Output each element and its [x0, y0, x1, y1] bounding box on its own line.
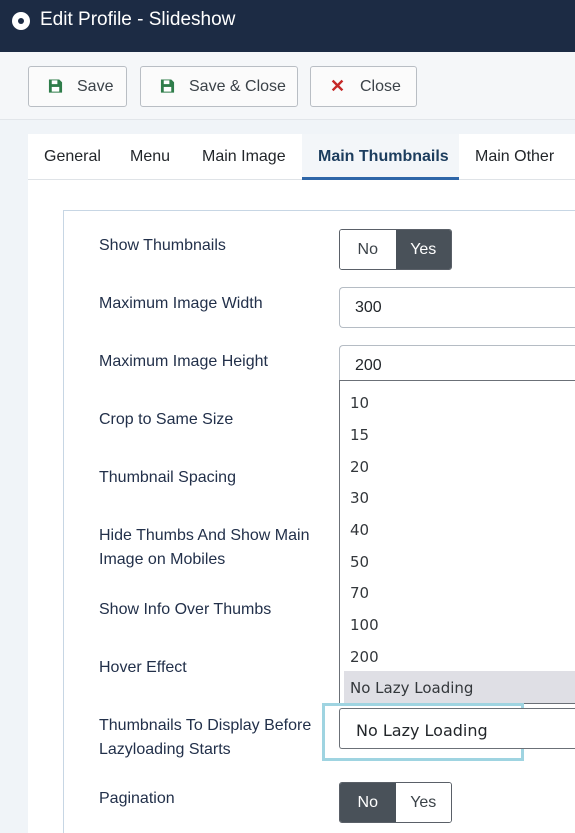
radio-dot-icon [12, 12, 30, 30]
save-label: Save [77, 78, 114, 95]
lazyload-dropdown-list: 10 15 20 30 40 50 70 100 200 No Lazy Loa… [339, 380, 575, 704]
save-close-label: Save & Close [189, 78, 286, 95]
close-button[interactable]: ✕ Close [310, 66, 417, 107]
dropdown-option[interactable]: 15 [350, 426, 369, 444]
tab-main-image[interactable]: Main Image [202, 148, 286, 166]
toolbar: Save Save & Close ✕ Close [0, 52, 575, 120]
thumbnail-spacing-label: Thumbnail Spacing [99, 469, 236, 486]
active-tab-indicator [302, 177, 459, 180]
dropdown-option[interactable]: 10 [350, 394, 369, 412]
close-icon: ✕ [330, 76, 346, 96]
crop-same-size-label: Crop to Same Size [99, 411, 234, 428]
tab-main-thumbnails[interactable]: Main Thumbnails [318, 148, 449, 166]
toggle-no-option[interactable]: No [340, 783, 396, 822]
dropdown-option[interactable]: 40 [350, 521, 369, 539]
max-width-input[interactable]: 300 [339, 287, 575, 328]
close-label: Close [360, 78, 401, 95]
tab-bar: General Menu Main Image Main Thumbnails … [28, 134, 575, 180]
max-width-label: Maximum Image Width [99, 295, 263, 312]
tab-general[interactable]: General [44, 148, 101, 166]
dropdown-option[interactable]: 50 [350, 553, 369, 571]
dropdown-option[interactable]: 200 [350, 648, 379, 666]
page-title: Edit Profile - Slideshow [40, 9, 236, 30]
lazyload-select[interactable]: No Lazy Loading [339, 708, 575, 749]
pagination-label: Pagination [99, 790, 175, 807]
tab-menu[interactable]: Menu [130, 148, 170, 166]
show-thumbnails-label: Show Thumbnails [99, 237, 226, 254]
show-thumbnails-toggle[interactable]: No Yes [339, 229, 452, 270]
hide-thumbs-label-line2: Image on Mobiles [99, 551, 226, 568]
toggle-yes-option[interactable]: Yes [395, 230, 451, 269]
toggle-no-option[interactable]: No [340, 230, 396, 269]
pagination-toggle[interactable]: No Yes [339, 782, 452, 823]
tab-main-other[interactable]: Main Other [475, 148, 554, 166]
dropdown-option[interactable]: 70 [350, 584, 369, 602]
dropdown-option[interactable]: 30 [350, 489, 369, 507]
save-icon [48, 79, 63, 93]
dropdown-option-selected[interactable]: No Lazy Loading [350, 679, 473, 697]
save-button[interactable]: Save [28, 66, 127, 107]
title-bar: Edit Profile - Slideshow [0, 0, 575, 52]
hover-effect-label: Hover Effect [99, 659, 187, 676]
max-height-label: Maximum Image Height [99, 353, 268, 370]
dropdown-option[interactable]: 100 [350, 616, 379, 634]
save-close-button[interactable]: Save & Close [140, 66, 298, 107]
dropdown-option[interactable]: 20 [350, 458, 369, 476]
lazyload-label-line2: Lazyloading Starts [99, 741, 231, 758]
save-icon [160, 79, 175, 93]
show-info-label: Show Info Over Thumbs [99, 601, 272, 618]
hide-thumbs-label-line1: Hide Thumbs And Show Main [99, 527, 310, 544]
lazyload-label-line1: Thumbnails To Display Before [99, 717, 312, 734]
toggle-yes-option[interactable]: Yes [395, 783, 451, 822]
